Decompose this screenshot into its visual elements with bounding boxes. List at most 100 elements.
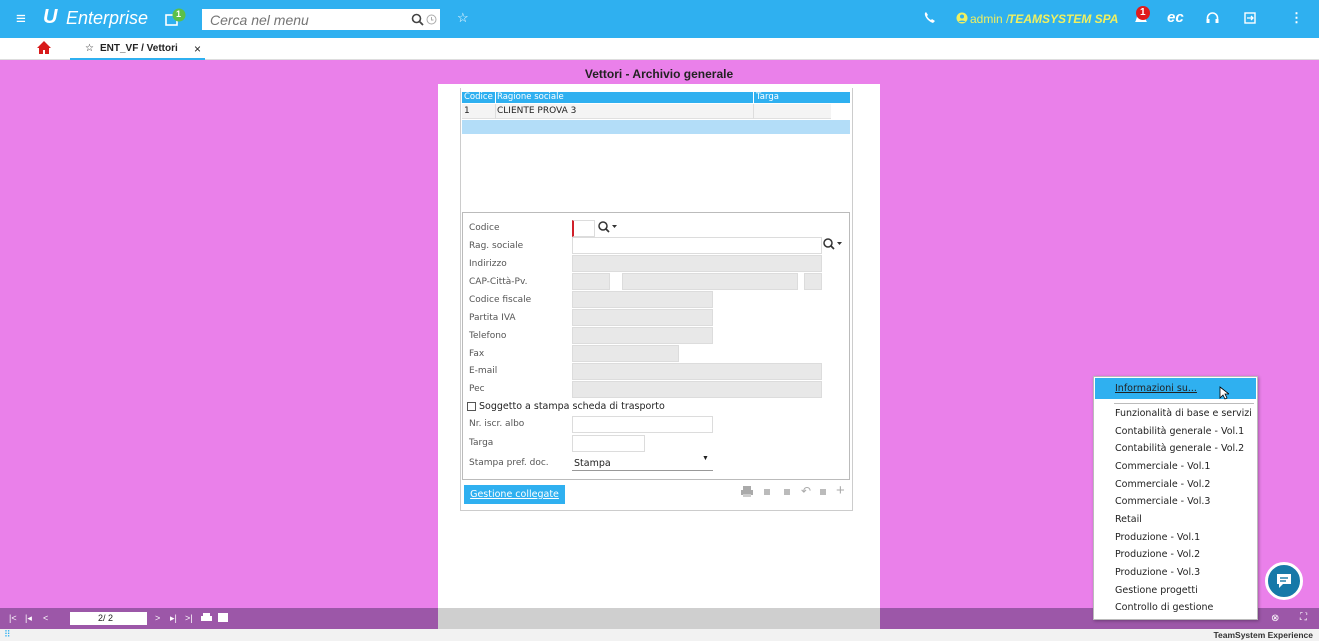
gestione-collegate-button[interactable]: Gestione collegate xyxy=(464,485,565,504)
label-codice-fiscale: Codice fiscale xyxy=(469,295,532,305)
row-codice: 1 xyxy=(464,106,470,116)
menu-item-commerciale-2[interactable]: Commerciale - Vol.2 xyxy=(1115,479,1210,490)
search-icon[interactable] xyxy=(411,13,424,26)
stop-icon[interactable] xyxy=(820,489,826,495)
hamburger-menu-icon[interactable]: ≡ xyxy=(16,9,26,29)
company-name[interactable]: TEAMSYSTEM SPA xyxy=(1008,12,1118,26)
chat-button[interactable] xyxy=(1265,562,1303,600)
targa-field[interactable] xyxy=(572,435,645,452)
bell-icon[interactable]: 1 xyxy=(1130,5,1152,27)
page-value: 2/ 2 xyxy=(98,613,114,623)
codice-fiscale-field[interactable] xyxy=(572,291,713,308)
apps-grid-icon[interactable]: ⠿ xyxy=(4,629,11,640)
footer: ⠿ TeamSystem Experience xyxy=(0,629,1319,641)
table-row[interactable]: 1 CLIENTE PROVA 3 xyxy=(462,104,831,119)
cap-field[interactable] xyxy=(572,273,610,290)
menu-item-controllo-gestione[interactable]: Controllo di gestione xyxy=(1115,602,1213,613)
menu-item-commerciale-1[interactable]: Commerciale - Vol.1 xyxy=(1115,461,1210,472)
grid-header: Codice Ragione sociale Targa xyxy=(462,92,850,103)
menu-item-funzionalita[interactable]: Funzionalità di base e servizi xyxy=(1115,408,1252,419)
trasporto-checkbox-label[interactable]: Soggetto a stampa scheda di trasporto xyxy=(479,401,665,412)
menu-item-contabilita-2[interactable]: Contabilità generale - Vol.2 xyxy=(1115,443,1244,454)
grid-view-icon[interactable] xyxy=(218,613,228,622)
grid-col-ragione[interactable]: Ragione sociale xyxy=(497,92,564,102)
menu-divider xyxy=(1114,403,1254,404)
chevron-down-icon[interactable]: ▼ xyxy=(702,455,709,462)
bottom-bar-window-part xyxy=(438,608,880,629)
citta-field[interactable] xyxy=(622,273,798,290)
stampa-select[interactable]: Stampa ▼ xyxy=(572,455,713,471)
fax-field[interactable] xyxy=(572,345,679,362)
lookup-rag-sociale-icon[interactable] xyxy=(823,238,843,250)
stop-icon[interactable] xyxy=(784,489,790,495)
close-circle-icon[interactable]: ⊗ xyxy=(1271,613,1279,624)
menu-item-retail[interactable]: Retail xyxy=(1115,514,1142,525)
stop-icon[interactable] xyxy=(764,489,770,495)
prev-page-icon[interactable]: < xyxy=(43,613,48,623)
more-options-icon[interactable]: ⋮ xyxy=(1290,10,1303,26)
menu-item-info[interactable]: Informazioni su... xyxy=(1115,383,1197,394)
tab-close-icon[interactable]: × xyxy=(194,42,201,56)
history-icon[interactable] xyxy=(426,14,437,25)
indirizzo-field[interactable] xyxy=(572,255,822,272)
tab-label: ENT_VF / Vettori xyxy=(100,43,178,54)
trasporto-checkbox[interactable] xyxy=(467,402,476,411)
bell-badge: 1 xyxy=(1140,7,1146,18)
phone-icon[interactable] xyxy=(922,11,936,25)
add-icon[interactable]: + xyxy=(836,482,845,499)
stampa-select-value: Stampa xyxy=(574,458,611,469)
menu-item-produzione-3[interactable]: Produzione - Vol.3 xyxy=(1115,567,1200,578)
label-albo: Nr. iscr. albo xyxy=(469,419,525,429)
grid-col-targa[interactable]: Targa xyxy=(756,92,779,102)
lookup-codice-icon[interactable] xyxy=(598,221,618,233)
next-page-icon[interactable]: > xyxy=(155,613,160,623)
prev-block-icon[interactable]: |◂ xyxy=(25,613,32,624)
headset-icon[interactable] xyxy=(1206,12,1219,24)
tab-star-icon[interactable]: ☆ xyxy=(85,43,94,54)
user-icon xyxy=(956,12,968,24)
ec-icon[interactable]: ec xyxy=(1167,9,1184,26)
menu-item-gestione-progetti[interactable]: Gestione progetti xyxy=(1115,585,1198,596)
telefono-field[interactable] xyxy=(572,327,713,344)
tab-bar: ☆ ENT_VF / Vettori × xyxy=(0,38,1319,60)
table-row-selected[interactable] xyxy=(462,120,850,134)
label-email: E-mail xyxy=(469,366,498,376)
menu-item-produzione-1[interactable]: Produzione - Vol.1 xyxy=(1115,532,1200,543)
mouse-cursor-icon xyxy=(1219,386,1229,400)
label-stampa: Stampa pref. doc. xyxy=(469,458,549,468)
top-bar: ≡ U Enterprise 1 ☆ admin / TEAMSYSTEM SP… xyxy=(0,0,1319,38)
menu-search[interactable] xyxy=(202,9,440,30)
tab-ent-vf-vettori[interactable]: ☆ ENT_VF / Vettori × xyxy=(70,38,205,60)
albo-field[interactable] xyxy=(572,416,713,433)
provincia-field[interactable] xyxy=(804,273,822,290)
fullscreen-icon[interactable]: ⛶ xyxy=(1300,612,1307,623)
home-icon[interactable] xyxy=(37,41,51,54)
app-title: Enterprise xyxy=(66,8,149,28)
undo-icon[interactable]: ↶ xyxy=(801,484,811,498)
last-page-icon[interactable]: >| xyxy=(185,613,193,623)
codice-field[interactable] xyxy=(572,220,595,237)
favorites-star-icon[interactable]: ☆ xyxy=(457,10,469,26)
user-name[interactable]: admin / xyxy=(970,12,1009,26)
menu-item-commerciale-3[interactable]: Commerciale - Vol.3 xyxy=(1115,496,1210,507)
email-field[interactable] xyxy=(572,363,822,380)
window-title: Vettori - Archivio generale xyxy=(584,67,734,81)
grid-col-codice[interactable]: Codice xyxy=(464,92,493,102)
print-icon[interactable] xyxy=(201,613,212,623)
chat-icon xyxy=(1277,574,1291,588)
menu-item-produzione-2[interactable]: Produzione - Vol.2 xyxy=(1115,549,1200,560)
rag-sociale-field[interactable] xyxy=(572,237,822,254)
print-icon[interactable] xyxy=(741,486,753,497)
menu-search-input[interactable] xyxy=(202,9,392,30)
footer-brand: TeamSystem Experience xyxy=(1213,630,1313,640)
partita-iva-field[interactable] xyxy=(572,309,713,326)
menu-item-contabilita-1[interactable]: Contabilità generale - Vol.1 xyxy=(1115,426,1244,437)
page-input[interactable]: 2/ 2 xyxy=(70,612,147,625)
next-block-icon[interactable]: ▸| xyxy=(170,613,177,624)
notifications-icon[interactable]: 1 xyxy=(164,8,186,28)
label-cap: CAP-Città-Pv. xyxy=(469,277,528,287)
logout-icon[interactable] xyxy=(1244,12,1256,24)
first-page-icon[interactable]: |< xyxy=(9,613,17,623)
label-pec: Pec xyxy=(469,384,485,394)
pec-field[interactable] xyxy=(572,381,822,398)
